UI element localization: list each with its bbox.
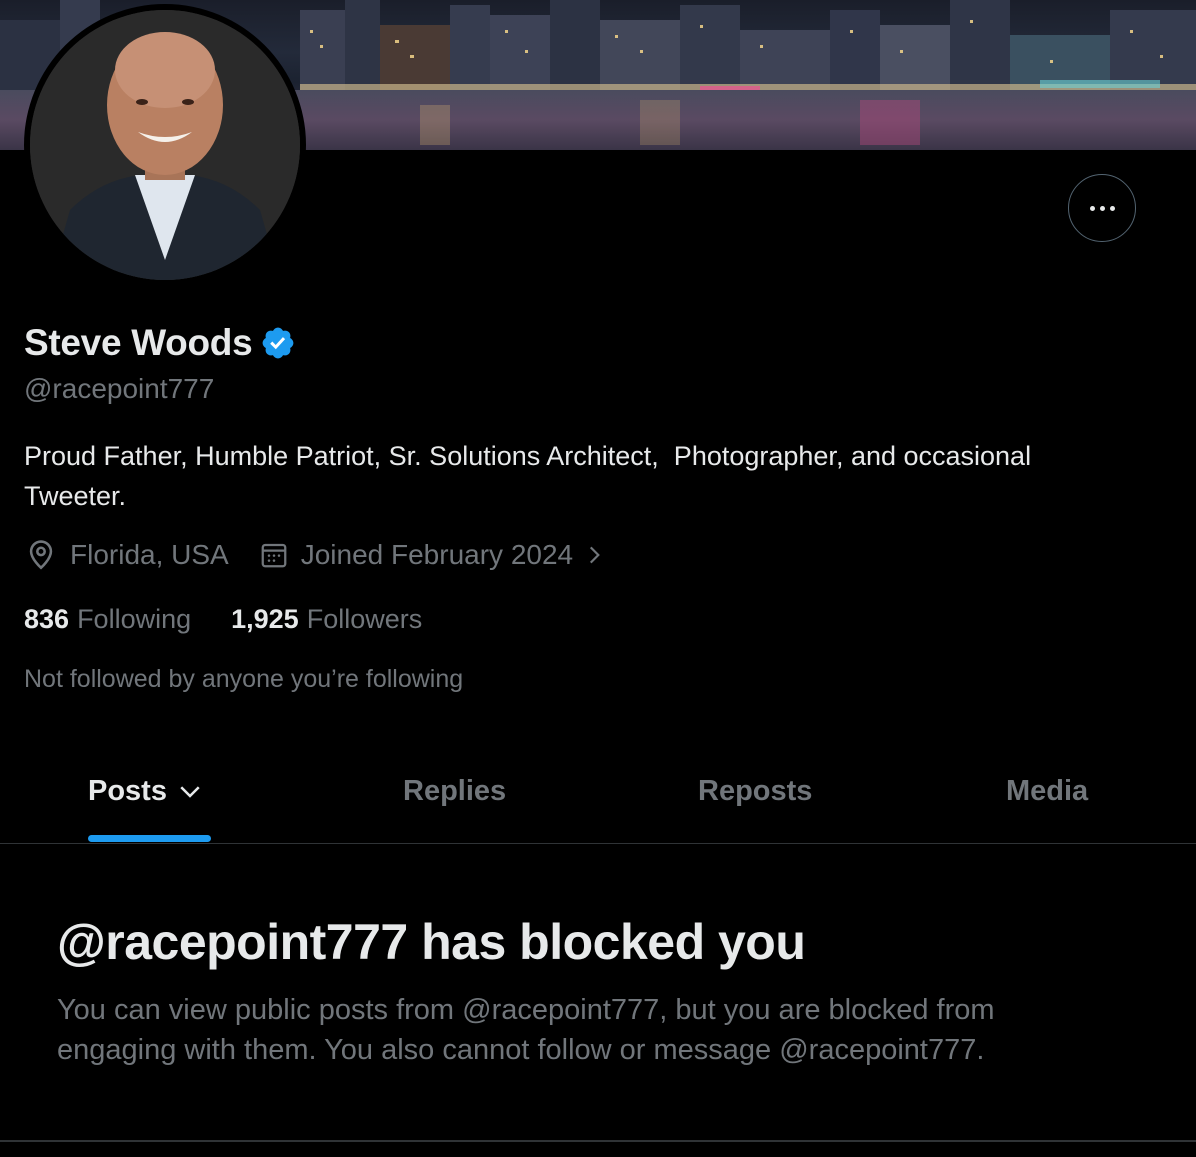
following-label: Following <box>77 604 192 634</box>
tab-reposts-label: Reposts <box>698 774 813 807</box>
following-link[interactable]: 836 Following <box>24 604 191 635</box>
more-options-button[interactable] <box>1068 174 1136 242</box>
location-item: Florida, USA <box>24 538 229 572</box>
joined-item[interactable]: Joined February 2024 <box>259 539 607 571</box>
more-horizontal-icon <box>1089 205 1095 211</box>
following-count: 836 <box>24 604 70 634</box>
blocked-description: You can view public posts from @racepoin… <box>57 994 995 1066</box>
followers-link[interactable]: 1,925 Followers <box>231 604 422 635</box>
followers-count: 1,925 <box>231 604 299 634</box>
divider <box>0 1140 1196 1142</box>
joined-text: Joined February 2024 <box>300 539 574 570</box>
followers-label: Followers <box>306 604 423 634</box>
tab-reposts[interactable]: Reposts <box>698 740 812 842</box>
profile-bio: Proud Father, Humble Patriot, Sr. Soluti… <box>24 441 1039 511</box>
chevron-down-icon <box>180 786 200 798</box>
tab-media-label: Media <box>1006 774 1089 807</box>
profile-handle: @racepoint777 <box>24 373 215 404</box>
profile-name-row: Steve Woods <box>24 322 296 364</box>
tab-posts[interactable]: Posts <box>88 740 205 842</box>
active-tab-indicator <box>88 835 211 842</box>
avatar-photo <box>30 10 300 280</box>
profile-meta: Florida, USA Joined February 2024 <box>24 538 607 572</box>
display-name: Steve Woods <box>24 322 253 363</box>
follow-stats: 836 Following 1,925 Followers <box>24 604 422 635</box>
calendar-icon <box>261 543 287 568</box>
profile-tabs: Posts Replies Reposts Media <box>0 740 1196 844</box>
location-text: Florida, USA <box>70 539 229 570</box>
verified-badge-icon[interactable] <box>260 325 296 361</box>
tab-replies-label: Replies <box>403 774 507 807</box>
tab-media[interactable]: Media <box>1006 740 1088 842</box>
profile-avatar[interactable] <box>24 4 306 286</box>
not-followed-notice: Not followed by anyone you’re following <box>24 665 464 693</box>
blocked-title: @racepoint777 has blocked you <box>57 914 806 970</box>
tab-replies[interactable]: Replies <box>403 740 506 842</box>
chevron-right-icon <box>590 546 600 564</box>
tab-posts-label: Posts <box>88 774 167 807</box>
location-pin-icon <box>29 540 53 570</box>
